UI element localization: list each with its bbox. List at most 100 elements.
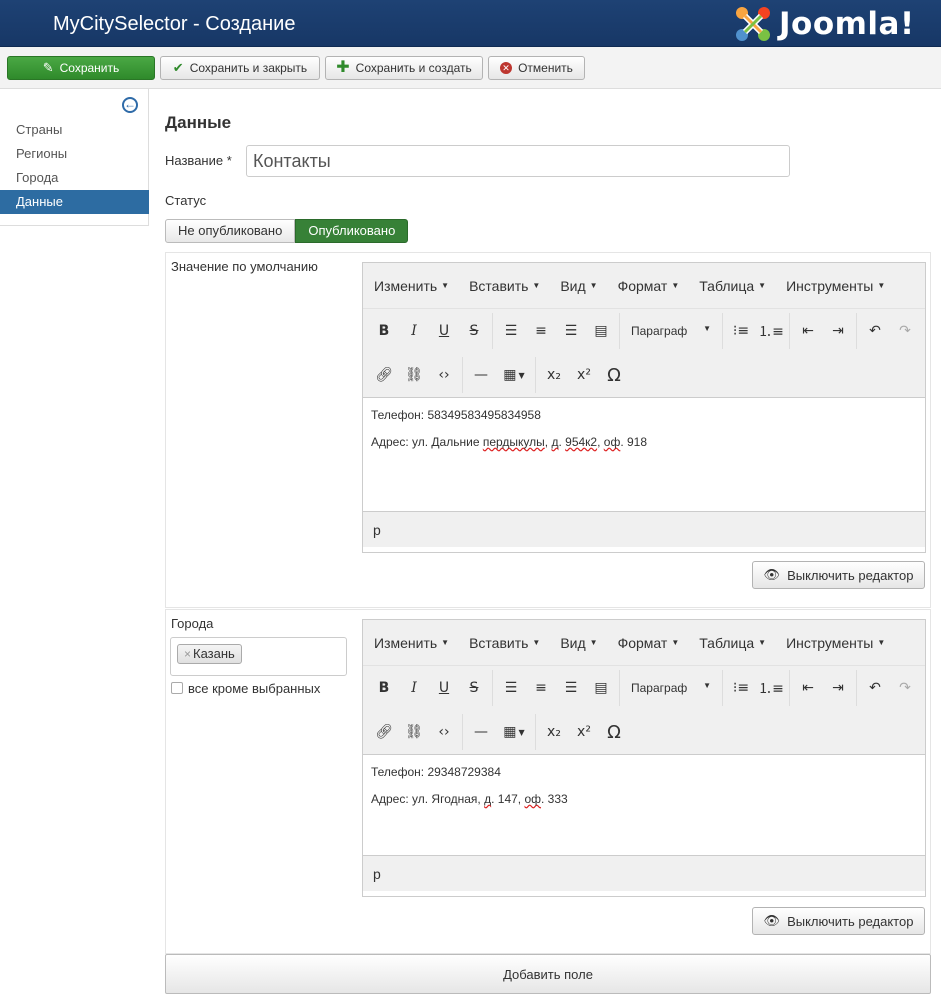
sidebar-item-cities[interactable]: Города — [0, 166, 149, 190]
cities-select[interactable]: × Казань — [170, 637, 347, 676]
horizontal-rule-icon[interactable]: — — [466, 717, 496, 747]
sidebar-item-countries[interactable]: Страны — [0, 118, 149, 142]
content-line: Адрес: ул. Ягодная, д. 147, оф. 333 — [371, 793, 917, 806]
link-icon[interactable]: 🔗︎ — [369, 360, 399, 390]
status-unpublished-option[interactable]: Не опубликовано — [165, 219, 296, 243]
align-center-icon[interactable]: ≡ — [526, 316, 556, 346]
menu-tools[interactable]: Инструменты ▼ — [786, 635, 885, 651]
toolbar-divider — [462, 357, 463, 393]
numbered-list-icon[interactable]: ⒈≡ — [756, 673, 786, 703]
cancel-button[interactable]: ✕ Отменить — [488, 56, 585, 80]
link-icon[interactable]: 🔗︎ — [369, 717, 399, 747]
bullet-list-icon[interactable]: ⁝≡ — [726, 316, 756, 346]
paragraph-format-label: Параграф — [631, 681, 688, 695]
address-text: . 333 — [541, 792, 568, 806]
collapse-sidebar-icon[interactable]: ← — [122, 97, 138, 113]
indent-icon[interactable]: ⇥ — [823, 316, 853, 346]
menu-view[interactable]: Вид ▼ — [560, 278, 597, 294]
sidebar-item-data[interactable]: Данные — [0, 190, 149, 214]
save-label: Сохранить — [59, 61, 120, 75]
chevron-down-icon: ▼ — [589, 281, 598, 290]
save-and-close-button[interactable]: ✔ Сохранить и закрыть — [160, 56, 320, 80]
superscript-icon[interactable]: x² — [569, 360, 599, 390]
strikethrough-icon[interactable]: S — [459, 316, 489, 346]
sidebar-item-regions[interactable]: Регионы — [0, 142, 149, 166]
editor-content[interactable]: Телефон: 29348729384 Адрес: ул. Ягодная,… — [363, 755, 925, 855]
menu-tools[interactable]: Инструменты ▼ — [786, 278, 885, 294]
toggle-editor-button[interactable]: 👁︎ Выключить редактор — [752, 561, 925, 589]
joomla-wordmark: Joomla! — [779, 6, 915, 42]
toggle-editor-button[interactable]: 👁︎ Выключить редактор — [752, 907, 925, 935]
unlink-icon[interactable]: ⛓ — [399, 717, 429, 747]
outdent-icon[interactable]: ⇤ — [793, 316, 823, 346]
status-published-option[interactable]: Опубликовано — [295, 219, 409, 243]
special-character-icon[interactable]: Ω — [599, 360, 629, 390]
bold-icon[interactable]: B — [369, 673, 399, 703]
align-left-icon[interactable]: ☰ — [496, 673, 526, 703]
menu-view[interactable]: Вид ▼ — [560, 635, 597, 651]
unlink-icon[interactable]: ⛓ — [399, 360, 429, 390]
paragraph-format-select[interactable]: Параграф ▼ — [623, 681, 719, 695]
underline-icon[interactable]: U — [429, 673, 459, 703]
status-label: Статус — [165, 193, 207, 208]
subscript-icon[interactable]: x₂ — [539, 360, 569, 390]
address-text: , — [597, 435, 604, 449]
underline-icon[interactable]: U — [429, 316, 459, 346]
align-right-icon[interactable]: ☰ — [556, 316, 586, 346]
menu-format[interactable]: Формат ▼ — [618, 635, 680, 651]
toolbar-divider — [722, 670, 723, 706]
indent-icon[interactable]: ⇥ — [823, 673, 853, 703]
align-right-icon[interactable]: ☰ — [556, 673, 586, 703]
superscript-icon[interactable]: x² — [569, 717, 599, 747]
align-justify-icon[interactable]: ▤ — [586, 673, 616, 703]
strikethrough-icon[interactable]: S — [459, 673, 489, 703]
undo-icon[interactable]: ↶ — [860, 316, 890, 346]
menu-table-label: Таблица — [699, 277, 755, 294]
numbered-list-icon[interactable]: ⒈≡ — [756, 316, 786, 346]
table-icon[interactable]: ▦ ▼ — [496, 360, 532, 390]
eye-icon: 👁︎ — [763, 567, 781, 582]
menu-table[interactable]: Таблица ▼ — [699, 278, 766, 294]
redo-icon[interactable]: ↷ — [890, 316, 920, 346]
menu-insert[interactable]: Вставить ▼ — [469, 278, 540, 294]
chevron-down-icon: ▼ — [441, 281, 450, 290]
menu-edit[interactable]: Изменить ▼ — [374, 635, 449, 651]
cancel-icon: ✕ — [500, 62, 513, 74]
outdent-icon[interactable]: ⇤ — [793, 673, 823, 703]
toolbar-divider — [789, 670, 790, 706]
code-icon[interactable]: ‹› — [429, 717, 459, 747]
save-and-new-button[interactable]: ✚ Сохранить и создать — [325, 56, 483, 80]
align-left-icon[interactable]: ☰ — [496, 316, 526, 346]
bold-icon[interactable]: B — [369, 316, 399, 346]
bullet-list-icon[interactable]: ⁝≡ — [726, 673, 756, 703]
except-selected-checkbox[interactable] — [171, 682, 183, 694]
undo-icon[interactable]: ↶ — [860, 673, 890, 703]
toolbar-divider — [856, 313, 857, 349]
horizontal-rule-icon[interactable]: — — [466, 360, 496, 390]
city-chip[interactable]: × Казань — [177, 644, 242, 664]
save-button[interactable]: ✎ Сохранить — [7, 56, 155, 80]
code-icon[interactable]: ‹› — [429, 360, 459, 390]
redo-icon[interactable]: ↷ — [890, 673, 920, 703]
italic-icon[interactable]: I — [399, 316, 429, 346]
italic-icon[interactable]: I — [399, 673, 429, 703]
remove-chip-icon[interactable]: × — [184, 647, 191, 661]
menu-edit-label: Изменить — [374, 277, 438, 294]
paragraph-format-select[interactable]: Параграф ▼ — [623, 324, 719, 338]
special-character-icon[interactable]: Ω — [599, 717, 629, 747]
add-field-button[interactable]: Добавить поле — [165, 954, 931, 994]
menu-format[interactable]: Формат ▼ — [618, 278, 680, 294]
table-icon[interactable]: ▦ ▼ — [496, 717, 532, 747]
chevron-down-icon: ▼ — [518, 727, 525, 737]
align-center-icon[interactable]: ≡ — [526, 673, 556, 703]
menu-edit[interactable]: Изменить ▼ — [374, 278, 449, 294]
align-justify-icon[interactable]: ▤ — [586, 316, 616, 346]
toolbar-divider — [535, 357, 536, 393]
name-input[interactable]: Контакты — [246, 145, 790, 177]
editor-menubar: Изменить ▼ Вставить ▼ Вид ▼ Формат ▼ Таблица… — [363, 620, 925, 666]
subscript-icon[interactable]: x₂ — [539, 717, 569, 747]
paragraph-format-label: Параграф — [631, 324, 688, 338]
menu-table[interactable]: Таблица ▼ — [699, 635, 766, 651]
editor-content[interactable]: Телефон: 58349583495834958 Адрес: ул. Да… — [363, 398, 925, 511]
menu-insert[interactable]: Вставить ▼ — [469, 635, 540, 651]
